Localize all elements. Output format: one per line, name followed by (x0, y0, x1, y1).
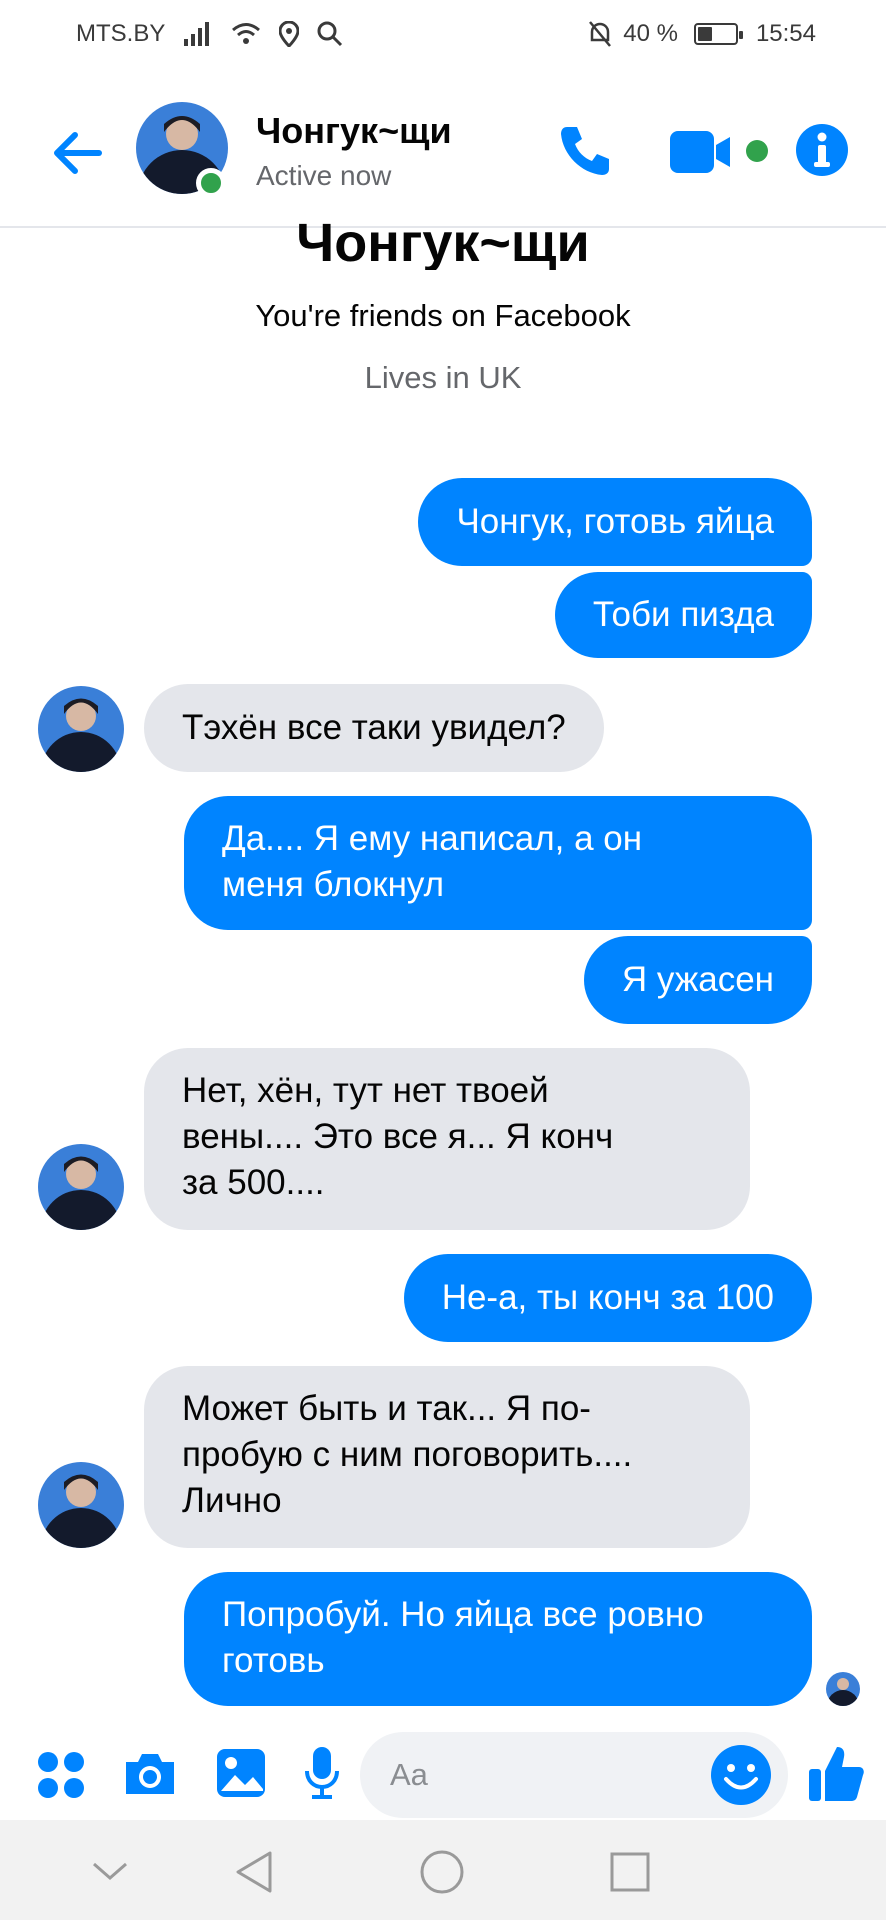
gallery-icon[interactable] (214, 1746, 268, 1800)
message-input-box[interactable] (360, 1732, 788, 1818)
message-composer (0, 1720, 886, 1820)
chevron-down-icon[interactable] (82, 1844, 138, 1900)
message-bubble-outgoing[interactable]: Попробуй. Но яйца все ровно готовь (184, 1572, 812, 1706)
seen-avatar (826, 1672, 860, 1706)
battery-fill (697, 27, 712, 41)
contact-status: Active now (256, 160, 392, 191)
search-icon (317, 21, 343, 47)
message-text: Нет, хён, тут нет твоей вены.... Это все… (182, 1071, 614, 1202)
location-icon (279, 21, 300, 47)
message-text: Чонгук, готовь яйца (456, 502, 774, 541)
clock: 15:54 (755, 20, 816, 47)
message-text: Тоби пизда (592, 595, 774, 634)
message-text: Попробуй. Но яйца все ровно готовь (222, 1595, 704, 1680)
battery-icon (693, 23, 743, 45)
microphone-icon[interactable] (302, 1744, 342, 1802)
message-bubble-outgoing[interactable]: Тоби пизда (554, 572, 812, 658)
message-text: Может быть и так... Я по- пробую с ним п… (182, 1389, 633, 1520)
back-arrow-icon[interactable] (46, 122, 108, 184)
phone-icon[interactable] (552, 118, 618, 184)
video-active-dot (746, 140, 768, 162)
video-camera-icon[interactable] (668, 124, 758, 180)
status-left: MTS.BY (76, 20, 343, 48)
system-nav-bar (0, 1820, 886, 1920)
message-bubble-outgoing[interactable]: Да.... Я ему написал, а он меня блокнул (184, 796, 812, 930)
emoji-icon[interactable] (710, 1744, 772, 1806)
avatar[interactable] (38, 1144, 124, 1230)
intro-friends-text: You're friends on Facebook (255, 298, 631, 333)
avatar[interactable] (38, 686, 124, 772)
wifi-icon (231, 21, 261, 47)
message-bubble-incoming[interactable]: Нет, хён, тут нет твоей вены.... Это все… (144, 1048, 750, 1230)
intro-contact-name: Чонгук~щи (296, 213, 590, 270)
bell-muted-icon (587, 20, 613, 48)
home-circle-icon[interactable] (414, 1844, 470, 1900)
message-text: Я ужасен (621, 960, 774, 999)
online-indicator (196, 168, 226, 198)
message-text: Тэхён все таки увидел? (182, 708, 566, 747)
signal-icon (183, 21, 213, 47)
message-bubble-incoming[interactable]: Может быть и так... Я по- пробую с ним п… (144, 1366, 750, 1548)
recents-square-icon[interactable] (602, 1844, 658, 1900)
conversation-header: Чонгук~щи Active now (0, 88, 886, 228)
status-right: 40 % 15:54 (587, 20, 816, 48)
message-text: Не-а, ты конч за 100 (441, 1278, 774, 1317)
info-icon[interactable] (794, 122, 850, 178)
contact-name[interactable]: Чонгук~щи (256, 110, 452, 152)
intro-lives-text: Lives in UK (364, 360, 522, 395)
avatar[interactable] (38, 1462, 124, 1548)
thumbs-up-icon[interactable] (806, 1742, 866, 1804)
carrier-label: MTS.BY (76, 20, 166, 47)
status-bar: MTS.BY 40 % 15:54 (0, 0, 886, 70)
message-bubble-incoming[interactable]: Тэхён все таки увидел? (144, 684, 604, 772)
message-bubble-outgoing[interactable]: Чонгук, готовь яйца (418, 478, 812, 566)
message-input[interactable] (390, 1750, 690, 1800)
back-triangle-icon[interactable] (226, 1844, 282, 1900)
camera-icon[interactable] (122, 1748, 178, 1800)
battery-percent: 40 % (623, 20, 678, 47)
apps-icon[interactable] (36, 1750, 86, 1800)
message-text: Да.... Я ему написал, а он меня блокнул (222, 819, 643, 904)
message-bubble-outgoing[interactable]: Не-а, ты конч за 100 (403, 1254, 812, 1342)
message-bubble-outgoing[interactable]: Я ужасен (583, 936, 812, 1024)
